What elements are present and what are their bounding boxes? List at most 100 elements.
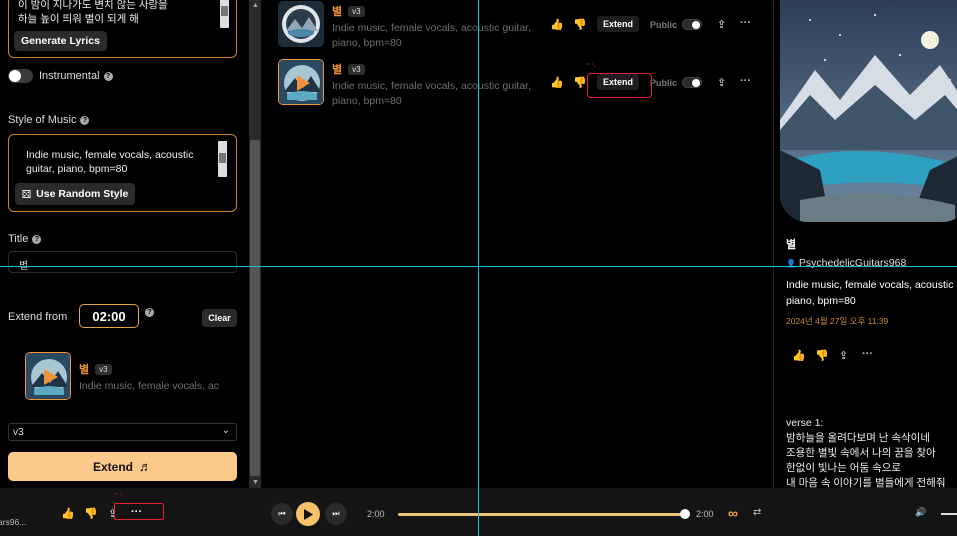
extend-song-info: 별 v3 Indie music, female vocals, ac <box>79 361 219 394</box>
dice-icon: ⚄ <box>21 188 32 201</box>
like-icon[interactable]: 👍 <box>550 18 564 31</box>
use-random-style-button[interactable]: ⚄ Use Random Style <box>15 183 135 205</box>
song-row[interactable]: 별 v3 Indie music, female vocals, acoustic… <box>261 1 773 53</box>
song-detail-panel: 별 👤 PsychedelicGuitars968 Indie music, f… <box>774 0 957 488</box>
extend-from-label: Extend from <box>8 311 68 323</box>
song-desc: Indie music, female vocals, acoustic gui… <box>332 22 532 34</box>
version-badge: v3 <box>348 64 365 75</box>
prev-icon: ⏮ <box>278 509 286 518</box>
style-scrollbar[interactable] <box>218 141 227 177</box>
public-toggle[interactable] <box>682 19 702 30</box>
song-info: 별 v3 Indie music, female vocals, acoustic… <box>332 3 537 51</box>
guide-line-horizontal <box>0 266 957 267</box>
detail-lyrics: verse 1: 밤하늘을 올려다보며 난 속삭이네 조용한 별빛 속에서 나의… <box>786 417 946 488</box>
detail-date: 2024년 4월 27일 오후 11:39 <box>786 316 889 326</box>
extend-song-title: 별 <box>79 364 90 376</box>
public-label: Public <box>650 78 678 88</box>
previous-button[interactable]: ⏮ <box>271 503 293 525</box>
volume-slider[interactable] <box>941 513 957 515</box>
song-thumbnail[interactable] <box>278 59 324 105</box>
play-button[interactable] <box>296 502 320 526</box>
chevron-down-icon: ⌄ <box>221 425 230 436</box>
song-desc: piano, bpm=80 <box>332 95 402 107</box>
help-icon[interactable]: ? <box>80 116 90 125</box>
current-time: 2:00 <box>367 509 385 519</box>
like-icon[interactable]: 👍 <box>792 349 806 362</box>
next-icon: ⏭ <box>332 509 340 518</box>
public-label: Public <box>650 20 678 30</box>
extend-song-desc: Indie music, female vocals, ac <box>79 380 220 392</box>
generate-lyrics-button[interactable]: Generate Lyrics <box>14 31 107 51</box>
generate-lyrics-label: Generate Lyrics <box>21 35 100 47</box>
detail-user[interactable]: 👤 PsychedelicGuitars968 <box>786 257 906 269</box>
detail-title: 별 <box>786 239 797 251</box>
like-icon[interactable]: 👍 <box>61 507 75 520</box>
lyrics-text: 이 밤이 지나가도 변치 않는 사랑을 하늘 높이 띄워 별이 되게 해 <box>18 0 208 26</box>
extend-submit-label: Extend <box>92 459 133 474</box>
style-textarea[interactable]: Indie music, female vocals, acoustic gui… <box>8 134 237 212</box>
share-icon[interactable]: ⇪ <box>717 76 726 89</box>
song-title[interactable]: 별 <box>332 6 342 18</box>
extend-button[interactable]: Extend <box>597 16 640 32</box>
clear-label: Clear <box>208 313 231 323</box>
help-icon[interactable]: ? <box>145 308 154 317</box>
progress-slider[interactable] <box>398 509 690 519</box>
detail-user-name[interactable]: PsychedelicGuitars968 <box>799 257 906 269</box>
song-thumbnail[interactable] <box>278 1 324 47</box>
like-icon[interactable]: 👍 <box>550 76 564 89</box>
guide-line-vertical <box>478 0 479 536</box>
annotation-mark: ⠒⠢ <box>114 492 125 499</box>
create-panel: 이 밤이 지나가도 변치 않는 사랑을 하늘 높이 띄워 별이 되게 해 Gen… <box>0 0 249 488</box>
lyrics-line: 하늘 높이 띄워 별이 되게 해 <box>18 13 139 25</box>
left-panel-scrollbar[interactable]: ▲ ▼ <box>249 0 261 488</box>
extend-time-input[interactable]: 02:00 <box>79 304 139 328</box>
style-text: Indie music, female vocals, acoustic gui… <box>26 149 194 175</box>
highlight-extend-box <box>587 73 652 98</box>
extend-time-value: 02:00 <box>92 308 126 324</box>
player-user[interactable]: ars96... <box>0 517 26 527</box>
scroll-up-icon[interactable]: ▲ <box>252 2 259 9</box>
song-title[interactable]: 별 <box>332 64 342 76</box>
progress-handle[interactable] <box>680 509 690 519</box>
style-of-music-label: Style of Music? <box>8 114 90 126</box>
help-icon[interactable]: ? <box>32 235 42 244</box>
song-desc: Indie music, female vocals, acoustic gui… <box>332 80 532 92</box>
next-button[interactable]: ⏭ <box>325 503 347 525</box>
dislike-icon[interactable]: 👎 <box>815 349 829 362</box>
title-label: Title? <box>8 233 42 245</box>
more-icon[interactable]: ··· <box>740 17 751 29</box>
extend-song-thumbnail[interactable] <box>25 352 71 400</box>
use-random-style-label: Use Random Style <box>36 188 129 200</box>
song-row[interactable]: 별 v3 Indie music, female vocals, acoustic… <box>261 59 773 111</box>
song-list: 별 v3 Indie music, female vocals, acoustic… <box>261 0 774 488</box>
title-input[interactable]: 별 <box>8 251 237 273</box>
extend-submit-button[interactable]: Extend ♬ <box>8 452 237 481</box>
help-icon[interactable]: ? <box>103 72 113 81</box>
more-icon[interactable]: ··· <box>740 75 751 87</box>
share-icon[interactable]: ⇪ <box>717 18 726 31</box>
dislike-icon[interactable]: 👎 <box>84 507 98 520</box>
dislike-icon[interactable]: 👎 <box>573 18 587 31</box>
loop-icon[interactable]: ∞ <box>728 505 738 521</box>
song-desc: piano, bpm=80 <box>332 37 402 49</box>
annotation-mark: ⠒⠢ <box>586 62 597 69</box>
clear-button[interactable]: Clear <box>202 309 237 327</box>
shuffle-icon[interactable]: ⇄ <box>753 507 761 518</box>
version-badge: v3 <box>348 6 365 17</box>
instrumental-toggle[interactable] <box>8 69 33 83</box>
model-select-value: v3 <box>13 427 24 438</box>
instrumental-label: Instrumental? <box>39 70 113 82</box>
more-icon[interactable]: ··· <box>862 348 873 360</box>
dislike-icon[interactable]: 👎 <box>573 76 587 89</box>
highlight-more-box <box>114 503 164 520</box>
model-select[interactable]: v3 ⌄ <box>8 423 237 441</box>
scroll-down-icon[interactable]: ▼ <box>252 479 259 486</box>
cover-art <box>780 0 957 222</box>
public-toggle[interactable] <box>682 77 702 88</box>
lyrics-scrollbar[interactable] <box>220 0 229 28</box>
play-icon <box>304 508 313 520</box>
share-icon[interactable]: ⇪ <box>839 349 848 362</box>
extend-label: Extend <box>603 19 634 29</box>
volume-icon[interactable]: 🔊 <box>915 507 926 518</box>
total-time: 2:00 <box>696 509 714 519</box>
